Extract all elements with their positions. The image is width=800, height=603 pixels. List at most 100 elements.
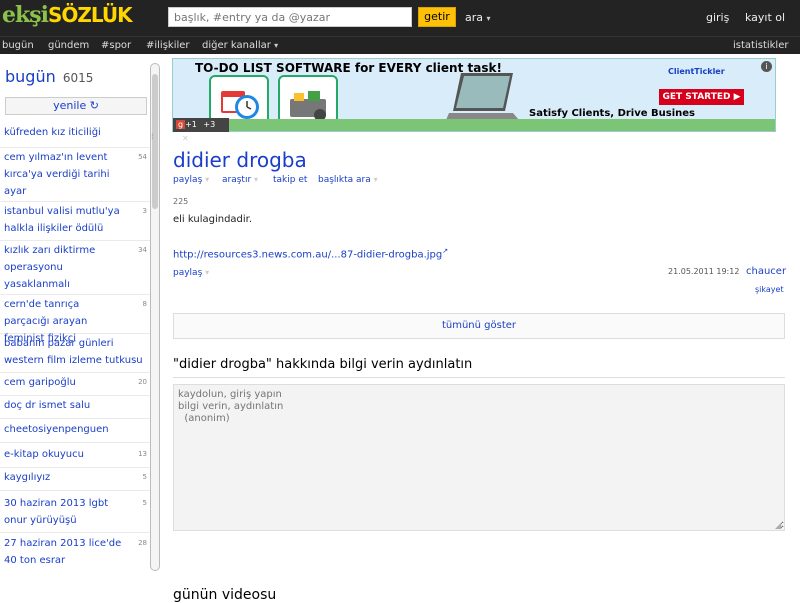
entry-date[interactable]: 21.05.2011 19:12 bbox=[668, 267, 739, 276]
video-section-title: günün videosu bbox=[173, 587, 277, 603]
sidebar-topic-count: 28 bbox=[138, 539, 147, 547]
topic-action-paylas[interactable]: paylaş ▾ bbox=[173, 175, 209, 185]
sidebar-topic-label: doç dr ismet salu bbox=[4, 400, 91, 411]
topic-action-takip-et[interactable]: takip et bbox=[273, 175, 307, 185]
sidebar: bugün 6015 yenile ↻ küfreden kız iticili… bbox=[0, 55, 162, 600]
report-link[interactable]: şikayet bbox=[755, 285, 784, 294]
channel-nav: bugün gündem #spor #ilişkiler diğer kana… bbox=[0, 36, 800, 54]
get-started-label: GET STARTED bbox=[662, 92, 731, 102]
ad-banner[interactable]: TO-DO LIST SOFTWARE for EVERY client tas… bbox=[172, 58, 776, 132]
sidebar-topic[interactable]: doç dr ismet salu bbox=[0, 397, 150, 419]
topic-action-baslikta-ara[interactable]: başlıkta ara ▾ bbox=[318, 175, 378, 185]
ad-brand: ClientTickler bbox=[668, 67, 725, 76]
chevron-down-icon: ▾ bbox=[205, 175, 210, 184]
sidebar-topic-label: kaygılıyız bbox=[4, 472, 51, 483]
ad-tagline: Satisfy Clients, Drive Busines bbox=[529, 108, 695, 119]
login-link[interactable]: giriş bbox=[706, 11, 729, 24]
top-bar: ekşiSÖZLÜK getir ara ▾ giriş kayıt ol bbox=[0, 0, 800, 36]
arastir-label: araştır bbox=[222, 175, 252, 185]
divider bbox=[173, 377, 785, 378]
topic-action-arastir[interactable]: araştır ▾ bbox=[222, 175, 258, 185]
entry-share-label: paylaş bbox=[173, 268, 203, 278]
ad-grass bbox=[173, 119, 775, 131]
logo-part1: ekşi bbox=[2, 2, 49, 28]
sidebar-topic[interactable]: 30 haziran 2013 lgbt onur yürüyüşü 5 bbox=[0, 495, 150, 533]
site-logo[interactable]: ekşiSÖZLÜK bbox=[2, 2, 133, 32]
info-section-title: "didier drogba" hakkında bilgi verin ayd… bbox=[173, 357, 473, 372]
entry-link[interactable]: http://resources3.news.com.au/...87-didi… bbox=[173, 247, 448, 260]
nav-item-gundem[interactable]: gündem bbox=[48, 40, 89, 51]
entry-link-text: http://resources3.news.com.au/...87-didi… bbox=[173, 249, 443, 261]
gplus-count: +3 bbox=[203, 120, 216, 129]
get-started-button[interactable]: GET STARTED ▶ bbox=[659, 89, 744, 105]
register-link[interactable]: kayıt ol bbox=[745, 11, 785, 24]
sidebar-topic-count: 20 bbox=[138, 378, 147, 386]
sidebar-topic[interactable]: kızlık zarı diktirme operasyonu yasaklan… bbox=[0, 242, 150, 295]
sidebar-topic-count: 3 bbox=[142, 207, 147, 215]
gplus-share[interactable]: g +1 +3 ✕ bbox=[173, 118, 229, 143]
show-all-button[interactable]: tümünü göster bbox=[173, 313, 785, 339]
nav-item-istatistikler[interactable]: istatistikler bbox=[733, 40, 788, 51]
sidebar-topic[interactable]: istanbul valisi mutlu'ya halkla ilişkile… bbox=[0, 203, 150, 241]
sidebar-topic[interactable]: cem garipoğlu 20 bbox=[0, 374, 150, 396]
ara-label: ara bbox=[465, 11, 484, 24]
close-icon[interactable]: ✕ bbox=[182, 134, 189, 143]
sidebar-topic-label: 30 haziran 2013 lgbt onur yürüyüşü bbox=[4, 498, 109, 526]
logo-part2: SÖZLÜK bbox=[47, 3, 133, 27]
sidebar-topic-label: cheetosiyenpenguen bbox=[4, 424, 109, 435]
sidebar-topic-label: kızlık zarı diktirme operasyonu yasaklan… bbox=[4, 245, 96, 290]
nav-item-iliskiler[interactable]: #ilişkiler bbox=[146, 40, 190, 51]
gplus-icon: g bbox=[176, 120, 186, 129]
refresh-button[interactable]: yenile ↻ bbox=[5, 97, 147, 115]
sidebar-topic-label: cem garipoğlu bbox=[4, 377, 76, 388]
entry-share[interactable]: paylaş ▾ bbox=[173, 268, 209, 278]
chevron-down-icon: ▾ bbox=[373, 175, 378, 184]
entry-textarea[interactable] bbox=[173, 384, 785, 531]
sidebar-topic-count: 54 bbox=[138, 153, 147, 161]
sidebar-topic[interactable]: küfreden kız iticiliği bbox=[0, 124, 150, 148]
search-button[interactable]: getir bbox=[418, 7, 456, 27]
sidebar-topic-count: 5 bbox=[142, 473, 147, 481]
sidebar-topic-label: e-kitap okuyucu bbox=[4, 449, 84, 460]
diger-kanallar-label: diğer kanallar bbox=[202, 40, 271, 51]
sidebar-topic[interactable]: cheetosiyenpenguen bbox=[0, 421, 150, 443]
chevron-down-icon: ▾ bbox=[486, 14, 491, 23]
resize-grip-icon[interactable]: ◢ bbox=[775, 521, 781, 530]
scrollbar-thumb[interactable] bbox=[152, 74, 158, 209]
nav-item-bugun[interactable]: bugün bbox=[2, 40, 34, 51]
sidebar-topic-label: küfreden kız iticiliği bbox=[4, 127, 101, 138]
nav-item-diger-kanallar[interactable]: diğer kanallar ▾ bbox=[202, 40, 278, 51]
sidebar-title[interactable]: bugün 6015 bbox=[5, 67, 93, 86]
sidebar-topic-label: cem yılmaz'ın levent kırca'ya verdiği ta… bbox=[4, 152, 110, 197]
paylas-label: paylaş bbox=[173, 175, 203, 185]
entry-text: eli kulagindadir. bbox=[173, 214, 253, 225]
sidebar-topic[interactable]: 27 haziran 2013 lice'de 40 ton esrar 28 bbox=[0, 535, 150, 573]
entry-author[interactable]: chaucer bbox=[746, 266, 786, 277]
entry-number: 225 bbox=[173, 197, 189, 206]
ara-dropdown[interactable]: ara ▾ bbox=[465, 11, 491, 24]
sidebar-count: 6015 bbox=[62, 71, 94, 85]
sidebar-topic[interactable]: cern'de tanrıça parçacığı arayan feminis… bbox=[0, 296, 150, 344]
sidebar-topic-label: 27 haziran 2013 lice'de 40 ton esrar bbox=[4, 538, 122, 566]
sidebar-topic[interactable]: cem yılmaz'ın levent kırca'ya verdiği ta… bbox=[0, 149, 150, 202]
chevron-down-icon: ▾ bbox=[274, 41, 279, 50]
topic-title[interactable]: didier drogba bbox=[173, 148, 307, 172]
search-input[interactable] bbox=[168, 7, 412, 27]
sidebar-topic[interactable]: kaygılıyız 5 bbox=[0, 469, 150, 491]
chevron-down-icon: ▾ bbox=[205, 268, 210, 277]
sidebar-topic-count: 5 bbox=[142, 499, 147, 507]
sidebar-topic-count: 34 bbox=[138, 246, 147, 254]
sidebar-topic[interactable]: e-kitap okuyucu 13 bbox=[0, 446, 150, 468]
resize-grip-icon: ⁞ bbox=[151, 132, 154, 141]
sidebar-title-text: bugün bbox=[5, 67, 56, 86]
sidebar-topic[interactable]: babanın pazar günleri western film izlem… bbox=[0, 335, 150, 373]
info-icon[interactable]: i bbox=[761, 61, 772, 72]
chevron-down-icon: ▾ bbox=[254, 175, 259, 184]
external-link-icon: ↗ bbox=[442, 247, 449, 255]
sidebar-topic-count: 8 bbox=[142, 300, 147, 308]
baslikta-ara-label: başlıkta ara bbox=[318, 175, 371, 185]
arrow-right-icon: ▶ bbox=[733, 92, 741, 102]
sidebar-topic-count: 13 bbox=[138, 450, 147, 458]
sidebar-topic-label: babanın pazar günleri western film izlem… bbox=[4, 338, 143, 366]
nav-item-spor[interactable]: #spor bbox=[101, 40, 131, 51]
